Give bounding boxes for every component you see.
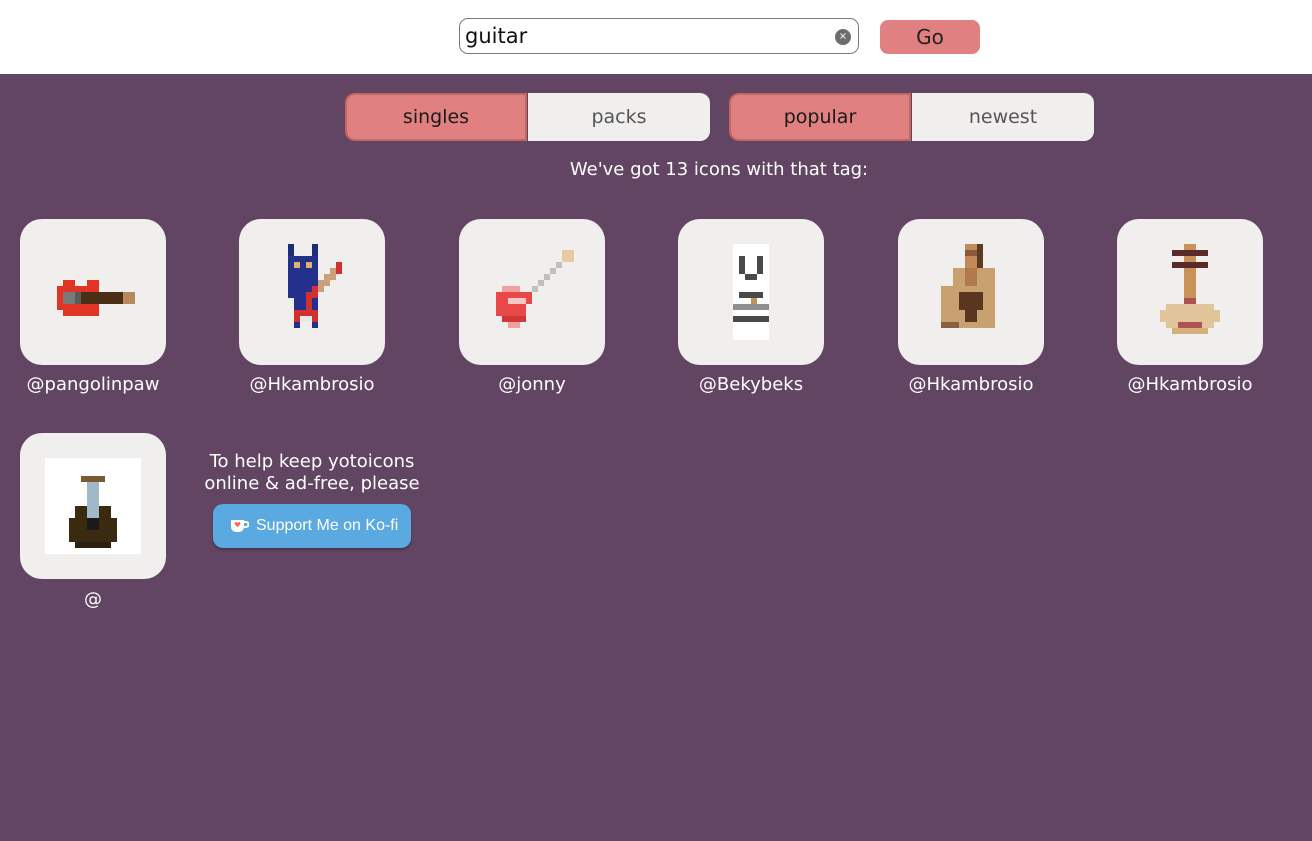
kofi-message: To help keep yotoicons online & ad-free,… xyxy=(190,451,434,495)
icon-tile[interactable] xyxy=(20,433,166,579)
icon-author[interactable]: @Hkambrosio xyxy=(1090,374,1290,395)
dark-guitar-icon xyxy=(45,458,141,554)
cat-guitarist-icon xyxy=(288,244,342,328)
filter-packs-button[interactable]: packs xyxy=(528,93,710,141)
top-bar: × Go xyxy=(0,0,1312,74)
filter-singles-button[interactable]: singles xyxy=(345,93,527,141)
results-count-text: We've got 13 icons with that tag: xyxy=(569,159,869,180)
kofi-message-line2: online & ad-free, please xyxy=(204,473,420,494)
icon-tile[interactable] xyxy=(1117,219,1263,365)
search-input[interactable] xyxy=(465,22,825,50)
icon-author[interactable]: @pangolinpaw xyxy=(0,374,193,395)
kofi-button-label: Support Me on Ko-fi xyxy=(256,517,399,534)
icon-author[interactable]: @ xyxy=(0,589,193,610)
sort-newest-button[interactable]: newest xyxy=(912,93,1094,141)
sort-popular-button[interactable]: popular xyxy=(729,93,911,141)
icon-tile[interactable] xyxy=(898,219,1044,365)
kofi-support-button[interactable]: Support Me on Ko-fi xyxy=(213,504,411,548)
icon-tile[interactable] xyxy=(459,219,605,365)
icon-tile[interactable] xyxy=(239,219,385,365)
go-button[interactable]: Go xyxy=(880,20,980,54)
icon-author[interactable]: @Bekybeks xyxy=(651,374,851,395)
icon-author[interactable]: @Hkambrosio xyxy=(212,374,412,395)
kofi-message-line1: To help keep yotoicons xyxy=(209,451,415,472)
red-electric-guitar-icon xyxy=(57,280,135,316)
icon-author[interactable]: @Hkambrosio xyxy=(871,374,1071,395)
pink-electric-guitar-icon xyxy=(496,250,574,328)
guitar-neck-icon xyxy=(733,244,769,340)
icon-tile[interactable] xyxy=(678,219,824,365)
clear-search-icon[interactable]: × xyxy=(835,29,851,45)
icon-tile[interactable] xyxy=(20,219,166,365)
search-box xyxy=(459,18,859,54)
banjo-icon xyxy=(1160,244,1220,334)
acoustic-guitar-icon xyxy=(941,244,995,328)
icon-author[interactable]: @jonny xyxy=(432,374,632,395)
coffee-cup-icon xyxy=(231,520,249,532)
